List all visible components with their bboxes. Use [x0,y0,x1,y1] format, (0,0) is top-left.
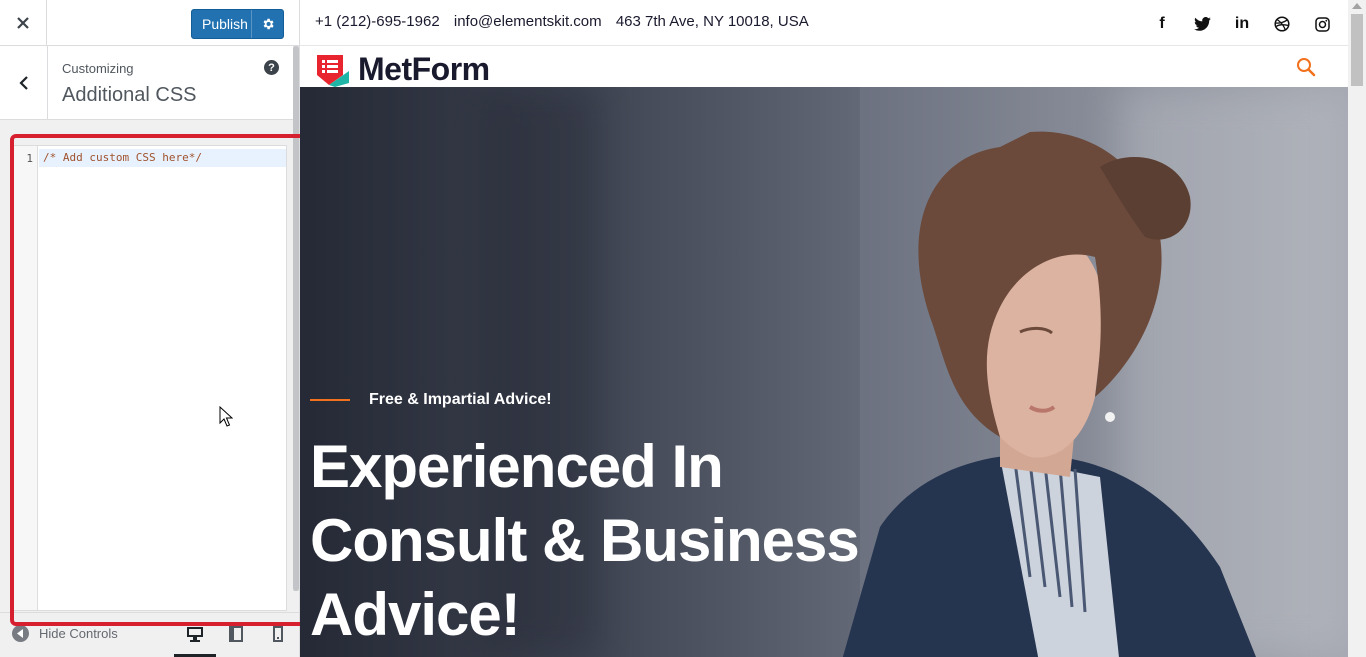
twitter-icon[interactable] [1182,13,1222,35]
sidebar-footer: Hide Controls [0,612,299,657]
metform-logo-icon [317,54,349,87]
hero-title-line: Consult & Business [310,507,860,574]
collapse-icon [12,625,29,642]
hide-controls-label: Hide Controls [39,626,118,641]
scroll-up-arrow-icon[interactable] [1352,3,1362,9]
email-link[interactable]: info@elementskit.com [454,13,602,30]
customizer-app: Publish Customizing Additional CSS ? 1 /… [0,0,1366,657]
publish-label: Publish [202,16,248,32]
line-number: 1 [26,152,33,165]
hero-title-line: Advice! [310,581,521,648]
preview-scrollbar-thumb[interactable] [1351,14,1363,86]
help-icon[interactable]: ? [264,60,279,75]
search-icon[interactable] [1296,57,1316,77]
sidebar-scrollbar[interactable] [293,46,299,591]
chevron-left-icon [18,75,28,90]
hero-section: Free & Impartial Advice! Experienced In … [300,87,1348,657]
site-topbar: +1 (212)-695-1962 info@elementskit.com 4… [300,0,1348,46]
mobile-icon [273,626,283,642]
instagram-icon[interactable] [1302,13,1342,35]
address-text: 463 7th Ave, NY 10018, USA [615,13,809,30]
site-logo[interactable]: MetForm [315,51,490,88]
sidebar-header: Publish [0,0,299,46]
close-icon [17,17,29,29]
phone-text: +1 (212)-695-1962 [315,13,440,30]
hide-controls-button[interactable]: Hide Controls [12,625,118,642]
tagline-text: Free & Impartial Advice! [369,391,552,408]
desktop-preview-button[interactable] [184,623,206,645]
dribbble-icon[interactable] [1262,13,1302,35]
publish-settings-button[interactable] [251,10,283,38]
facebook-icon[interactable]: f [1142,13,1182,35]
desktop-icon [187,627,203,642]
editor-gutter: 1 [13,146,38,610]
back-button[interactable] [0,46,48,119]
logo-text: MetForm [358,51,490,87]
customizer-sidebar: Publish Customizing Additional CSS ? 1 /… [0,0,300,657]
site-navbar: MetForm [300,47,1348,87]
social-links: f in [1142,13,1342,35]
section-title: Additional CSS [62,84,197,106]
publish-button[interactable]: Publish [191,9,284,39]
close-button[interactable] [0,0,47,46]
hero-title: Experienced In Consult & Business Advice… [310,430,930,652]
css-code-editor[interactable]: 1 /* Add custom CSS here*/ [12,145,287,611]
sidebar-scrollbar-thumb[interactable] [293,46,299,591]
linkedin-icon[interactable]: in [1222,13,1262,35]
tablet-icon [229,626,243,642]
hero-title-line: Experienced In [310,433,724,500]
tablet-preview-button[interactable] [225,623,247,645]
preview-scrollbar[interactable] [1348,0,1366,657]
code-input-area[interactable] [39,146,286,610]
hero-tagline: Free & Impartial Advice! [310,391,552,409]
tagline-accent-line [310,399,350,401]
customizing-label: Customizing [62,61,134,76]
mobile-preview-button[interactable] [267,623,289,645]
code-line[interactable]: /* Add custom CSS here*/ [39,149,286,167]
section-header: Customizing Additional CSS ? [0,46,293,120]
gear-icon [263,18,274,30]
site-preview: +1 (212)-695-1962 info@elementskit.com 4… [300,0,1366,657]
contact-info: +1 (212)-695-1962 info@elementskit.com 4… [315,13,819,30]
